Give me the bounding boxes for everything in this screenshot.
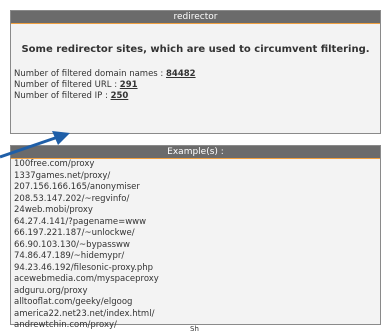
stat-urls: Number of filtered URL : 291 bbox=[14, 80, 380, 91]
list-item: 207.156.166.165/anonymiser bbox=[14, 182, 140, 192]
list-item: 208.53.147.202/~regvinfo/ bbox=[14, 193, 130, 204]
stat-urls-value[interactable]: 291 bbox=[120, 80, 138, 90]
stat-ips-value[interactable]: 250 bbox=[111, 91, 129, 101]
stats-list: Number of filtered domain names : 84482 … bbox=[11, 69, 380, 102]
list-item: 64.27.4.141/?pagename=www bbox=[14, 216, 147, 227]
list-item: america22.net23.net/index.html/ bbox=[14, 308, 155, 319]
arrow-pointer-icon bbox=[0, 131, 70, 159]
list-item: 66.197.221.187/~unlockwe/ bbox=[14, 228, 135, 238]
stat-label: Number of filtered IP : bbox=[14, 91, 111, 101]
stat-domains-value[interactable]: 84482 bbox=[166, 69, 196, 79]
panel-title: redirector bbox=[11, 11, 380, 24]
redirector-panel: redirector Some redirector sites, which … bbox=[10, 10, 381, 134]
stat-domains: Number of filtered domain names : 84482 bbox=[14, 69, 380, 80]
list-item: 66.90.103.130/~bypassww bbox=[14, 239, 130, 250]
list-item: 94.23.46.192/filesonic-proxy.php bbox=[14, 262, 154, 273]
list-item: acewebmedia.com/myspaceproxy bbox=[14, 274, 159, 284]
list-item: 24web.mobi/proxy bbox=[14, 205, 93, 215]
category-description: Some redirector sites, which are used to… bbox=[21, 44, 370, 55]
stat-ips: Number of filtered IP : 250 bbox=[14, 91, 380, 102]
list-item: adguru.org/proxy bbox=[14, 285, 88, 296]
stat-label: Number of filtered domain names : bbox=[14, 69, 166, 79]
examples-list: 100free.com/proxy 1337games.net/proxy/ 2… bbox=[11, 159, 380, 332]
stat-label: Number of filtered URL : bbox=[14, 80, 120, 90]
list-item: alltooflat.com/geeky/elgoog bbox=[14, 297, 133, 307]
list-item: 74.86.47.189/~hidemypr/ bbox=[14, 251, 125, 261]
